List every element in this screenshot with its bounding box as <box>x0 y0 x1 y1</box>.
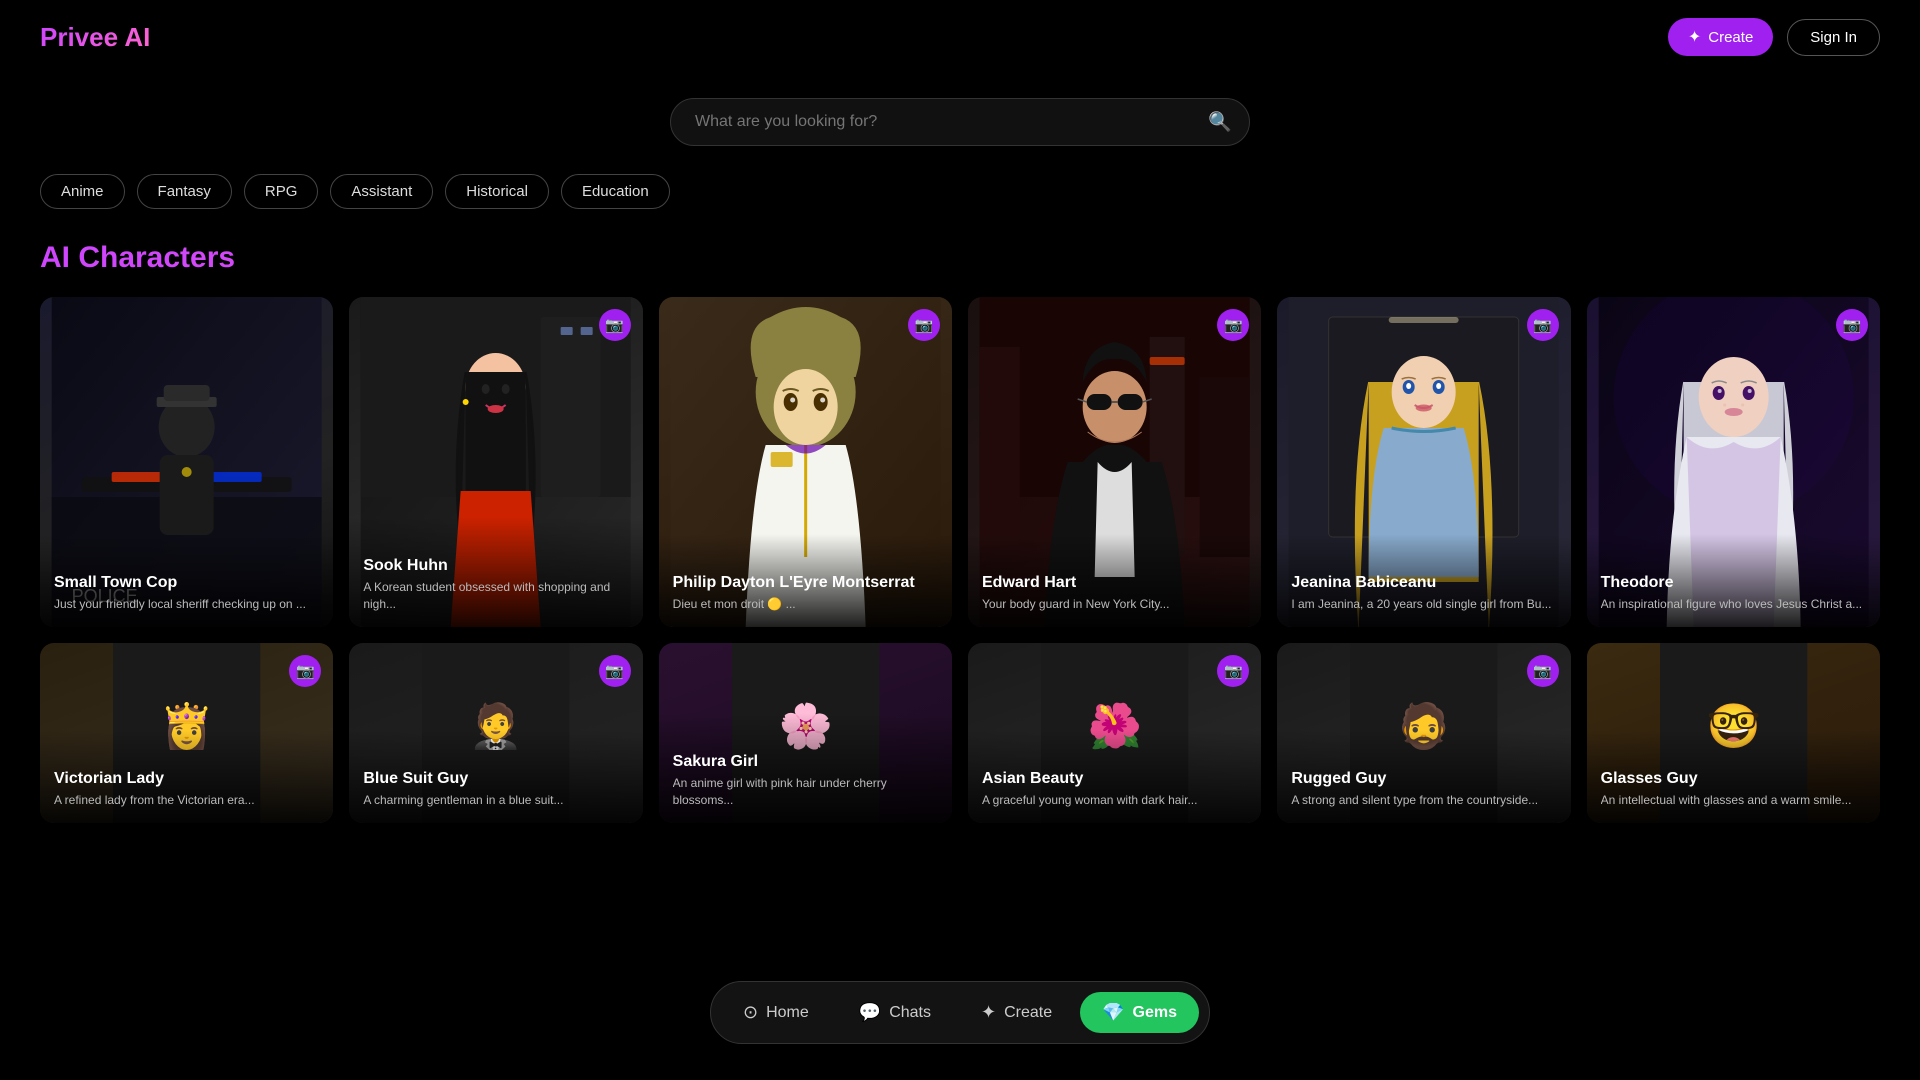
char-desc: Dieu et mon droit 🟡 ... <box>673 596 938 613</box>
char-name: Small Town Cop <box>54 574 319 592</box>
char-name: Victorian Lady <box>54 770 319 788</box>
nav-label-gems: Gems <box>1133 1004 1177 1022</box>
filter-pill-education[interactable]: Education <box>561 174 670 209</box>
nav-label-create: Create <box>1004 1004 1052 1022</box>
camera-badge: 📷 <box>908 309 940 341</box>
card-info: Sakura Girl An anime girl with pink hair … <box>659 713 952 823</box>
char-name: Edward Hart <box>982 574 1247 592</box>
nav-item-home[interactable]: ⊙ Home <box>721 992 831 1033</box>
card-info: Theodore An inspirational figure who love… <box>1587 534 1880 627</box>
char-card[interactable]: 📷 Jeanina Babiceanu I am Jeanina, a 20 yea… <box>1277 297 1570 627</box>
char-desc: An inspirational figure who loves Jesus … <box>1601 596 1866 613</box>
create-button[interactable]: ✦ Create <box>1668 18 1773 56</box>
char-name: Asian Beauty <box>982 770 1247 788</box>
char-card[interactable]: 👸 📷Victorian LadyA refined lady from the… <box>40 643 333 823</box>
nav-label-chats: Chats <box>889 1004 931 1022</box>
section-title: AI Characters <box>0 241 1920 275</box>
filter-pill-historical[interactable]: Historical <box>445 174 549 209</box>
card-info: Glasses Guy An intellectual with glasses … <box>1587 730 1880 823</box>
nav-item-create[interactable]: ✦ Create <box>959 992 1074 1033</box>
char-card[interactable]: 🧔 📷Rugged GuyA strong and silent type fr… <box>1277 643 1570 823</box>
filter-pill-anime[interactable]: Anime <box>40 174 125 209</box>
char-desc: Just your friendly local sheriff checkin… <box>54 596 319 613</box>
search-area: 🔍 <box>0 98 1920 146</box>
char-desc: A Korean student obsessed with shopping … <box>363 579 628 613</box>
char-name: Glasses Guy <box>1601 770 1866 788</box>
bottom-nav: ⊙ Home 💬 Chats ✦ Create 💎 Gems <box>710 981 1210 1044</box>
camera-badge: 📷 <box>1527 309 1559 341</box>
nav-icon-chats: 💬 <box>859 1002 881 1023</box>
filter-pill-assistant[interactable]: Assistant <box>330 174 433 209</box>
card-info: Jeanina Babiceanu I am Jeanina, a 20 year… <box>1277 534 1570 627</box>
char-desc: An intellectual with glasses and a warm … <box>1601 792 1866 809</box>
char-desc: Your body guard in New York City... <box>982 596 1247 613</box>
char-card[interactable]: 🌸 Sakura GirlAn anime girl with pink hai… <box>659 643 952 823</box>
card-info: Asian Beauty A graceful young woman with … <box>968 730 1261 823</box>
char-name: Philip Dayton L'Eyre Montserrat <box>673 574 938 592</box>
characters-grid-row1: POLICE Small Town CopJust your friendly … <box>0 297 1920 627</box>
card-info: Small Town Cop Just your friendly local s… <box>40 534 333 627</box>
nav-item-chats[interactable]: 💬 Chats <box>837 992 953 1033</box>
char-card[interactable]: POLICE Small Town CopJust your friendly … <box>40 297 333 627</box>
char-card[interactable]: 📷 Sook Huhn A Korean student obsessed with… <box>349 297 642 627</box>
char-card[interactable]: 🤵 📷Blue Suit GuyA charming gentleman in … <box>349 643 642 823</box>
characters-grid-row2: 👸 📷Victorian LadyA refined lady from the… <box>0 643 1920 823</box>
char-desc: A refined lady from the Victorian era... <box>54 792 319 809</box>
search-wrapper: 🔍 <box>670 98 1250 146</box>
char-name: Sook Huhn <box>363 557 628 575</box>
char-card[interactable]: 📷 Philip Dayton L'Eyre Montserrat Dieu et … <box>659 297 952 627</box>
camera-badge: 📷 <box>1527 655 1559 687</box>
card-info: Philip Dayton L'Eyre Montserrat Dieu et m… <box>659 534 952 627</box>
header-actions: ✦ Create Sign In <box>1668 18 1880 56</box>
header: Privee AI ✦ Create Sign In <box>0 0 1920 74</box>
char-desc: An anime girl with pink hair under cherr… <box>673 775 938 809</box>
char-desc: A graceful young woman with dark hair... <box>982 792 1247 809</box>
char-name: Jeanina Babiceanu <box>1291 574 1556 592</box>
char-desc: A strong and silent type from the countr… <box>1291 792 1556 809</box>
nav-item-gems[interactable]: 💎 Gems <box>1080 992 1199 1033</box>
create-icon: ✦ <box>1688 27 1701 47</box>
filter-pills: Anime Fantasy RPG Assistant Historical Educat… <box>0 174 1920 209</box>
nav-icon-home: ⊙ <box>743 1002 758 1023</box>
camera-badge: 📷 <box>599 655 631 687</box>
char-card[interactable]: 🤓 Glasses GuyAn intellectual with glasse… <box>1587 643 1880 823</box>
char-name: Rugged Guy <box>1291 770 1556 788</box>
char-desc: I am Jeanina, a 20 years old single girl… <box>1291 596 1556 613</box>
nav-icon-gems: 💎 <box>1102 1002 1124 1023</box>
char-card[interactable]: 📷Edward HartYour body guard in New York … <box>968 297 1261 627</box>
search-icon[interactable]: 🔍 <box>1208 110 1232 134</box>
card-info: Victorian Lady A refined lady from the Vi… <box>40 730 333 823</box>
filter-pill-fantasy[interactable]: Fantasy <box>137 174 232 209</box>
char-desc: A charming gentleman in a blue suit... <box>363 792 628 809</box>
char-card[interactable]: 🌺 📷Asian BeautyA graceful young woman wi… <box>968 643 1261 823</box>
card-info: Edward Hart Your body guard in New York C… <box>968 534 1261 627</box>
nav-icon-create: ✦ <box>981 1002 996 1023</box>
char-name: Sakura Girl <box>673 753 938 771</box>
search-input[interactable] <box>670 98 1250 146</box>
char-card[interactable]: 📷 Theodore An inspirational figure who lov… <box>1587 297 1880 627</box>
signin-button[interactable]: Sign In <box>1787 19 1880 56</box>
char-name: Theodore <box>1601 574 1866 592</box>
camera-badge: 📷 <box>1836 309 1868 341</box>
camera-badge: 📷 <box>599 309 631 341</box>
nav-label-home: Home <box>766 1004 809 1022</box>
card-info: Sook Huhn A Korean student obsessed with … <box>349 517 642 627</box>
card-info: Blue Suit Guy A charming gentleman in a b… <box>349 730 642 823</box>
char-name: Blue Suit Guy <box>363 770 628 788</box>
logo: Privee AI <box>40 22 150 53</box>
filter-pill-rpg[interactable]: RPG <box>244 174 319 209</box>
card-info: Rugged Guy A strong and silent type from … <box>1277 730 1570 823</box>
